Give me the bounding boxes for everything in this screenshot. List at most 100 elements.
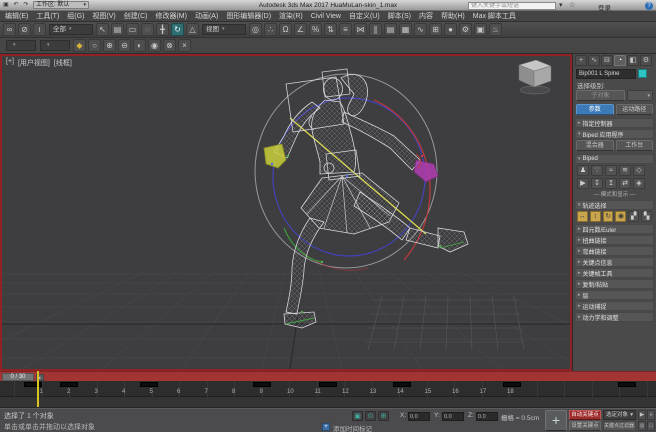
keyframe-marker[interactable] [393, 382, 411, 387]
select-rotate-icon[interactable]: ↻ [171, 23, 184, 36]
menu-item[interactable]: Civil View [311, 13, 341, 20]
menu-item[interactable]: 内容 [419, 11, 433, 21]
biped-playback-icon[interactable]: ▶ [577, 178, 589, 189]
angle-snap-icon[interactable]: ∠ [294, 23, 307, 36]
snap-toggle-3d-icon[interactable]: Ω [279, 23, 292, 36]
menu-item[interactable]: 渲染(R) [279, 11, 303, 21]
edit-named-selections-icon[interactable]: ≡ [339, 23, 352, 36]
graphite-ribbon-icon[interactable]: ▦ [399, 23, 412, 36]
tab-create[interactable]: + [575, 55, 587, 66]
viewcube[interactable] [519, 60, 551, 94]
render-setup-icon[interactable]: ⚙ [459, 23, 472, 36]
bind-spacewarp-icon[interactable]: ≀ [33, 23, 46, 36]
menu-item[interactable]: 工具(T) [36, 11, 59, 21]
menu-item[interactable]: 视图(V) [92, 11, 115, 21]
rendered-frame-icon[interactable]: ▣ [474, 23, 487, 36]
workspace-dropdown[interactable]: 工作区: 默认 ▾ [33, 1, 89, 9]
animation-layer-dropdown[interactable]: ▾ [40, 40, 70, 51]
layer-collapse-icon[interactable]: ◐ [133, 39, 146, 52]
layer-close-icon[interactable]: × [178, 39, 191, 52]
window-crossing-icon[interactable]: ◌ [141, 23, 154, 36]
body-horizontal-icon[interactable]: ↔ [577, 211, 588, 222]
use-pivot-center-icon[interactable]: ◎ [249, 23, 262, 36]
save-file-icon[interactable]: ↥ [605, 178, 617, 189]
tab-display[interactable]: ◧ [627, 55, 639, 66]
rollout-9[interactable]: ▸复制/粘贴 [575, 279, 654, 289]
reference-coordinate-dropdown[interactable]: 视图▾ [202, 24, 246, 35]
favorites-icon[interactable]: ☆ [569, 1, 575, 9]
isolate-selection-icon[interactable]: ▣ [352, 411, 363, 421]
set-key-button[interactable]: 设置关键点 [569, 421, 601, 431]
viewport[interactable]: [+] [用户视图] [线框] [0, 54, 572, 371]
rollout-6[interactable]: ▸弯曲链接 [575, 246, 654, 256]
next-frame-button[interactable]: » [647, 410, 655, 420]
region-select-icon[interactable]: ▭ [126, 23, 139, 36]
menu-item[interactable]: 动画(A) [195, 11, 218, 21]
rollout-1[interactable]: ▾Biped 应用程序 [575, 129, 654, 139]
orbit-view-button[interactable]: ◎ [638, 421, 646, 431]
add-time-tag[interactable]: 添加时间标记 [333, 423, 372, 432]
material-editor-icon[interactable]: ● [444, 23, 457, 36]
rollout-button[interactable]: 工作台 [616, 140, 654, 151]
keyframe-marker[interactable] [319, 382, 337, 387]
keyframe-marker[interactable] [503, 382, 521, 387]
mirror-icon[interactable]: ⋈ [354, 23, 367, 36]
object-name-field[interactable]: Bip001 L Spine [576, 69, 636, 79]
layer-add-icon[interactable]: ⊕ [103, 39, 116, 52]
time-slider[interactable]: 0 / 30 ▸ [0, 371, 656, 381]
motion-paths-button[interactable]: 运动路径 [616, 104, 654, 115]
menu-item[interactable]: 创建(C) [124, 11, 148, 21]
track-bar[interactable]: 123456789101112131415161718 [0, 381, 656, 397]
y-coordinate-field[interactable]: 0.0 [442, 412, 464, 421]
z-coordinate-field[interactable]: 0.0 [476, 412, 498, 421]
menu-item[interactable]: 组(G) [67, 11, 84, 21]
rollout-sub-label[interactable]: — 模式和显示 — [573, 190, 656, 199]
move-all-mode-icon[interactable]: ◈ [633, 178, 645, 189]
absolute-offset-toggle-icon[interactable]: ⊕ [378, 411, 389, 421]
viewport-scene[interactable] [2, 56, 570, 369]
select-object-icon[interactable]: ↖ [96, 23, 109, 36]
curve-editor-icon[interactable]: ∿ [414, 23, 427, 36]
rollout-4[interactable]: ▸四元数/Euler [575, 224, 654, 234]
redo-icon[interactable]: ↷ [22, 1, 30, 9]
unlink-icon[interactable]: ⊘ [18, 23, 31, 36]
load-file-icon[interactable]: ↧ [591, 178, 603, 189]
rollout-10[interactable]: ▸层 [575, 290, 654, 300]
menu-item[interactable]: 图形编辑器(D) [226, 11, 271, 21]
body-vertical-icon[interactable]: ↕ [590, 211, 601, 222]
viewport-menu-general[interactable]: [+] [6, 58, 14, 68]
percent-snap-icon[interactable]: % [309, 23, 322, 36]
rollout-0[interactable]: ▸指定控制器 [575, 118, 654, 128]
select-link-icon[interactable]: ∞ [3, 23, 16, 36]
rollout-3[interactable]: ▾轨迹选择 [575, 200, 654, 210]
save-icon[interactable]: ▣ [2, 1, 10, 9]
object-color-swatch[interactable] [638, 69, 647, 78]
select-scale-icon[interactable]: △ [186, 23, 199, 36]
layer-toggle-icon[interactable]: ○ [88, 39, 101, 52]
lock-com-keying-icon[interactable]: ◉ [615, 211, 626, 222]
figure-mode-icon[interactable]: ♟ [577, 165, 589, 176]
maximize-viewport-button[interactable]: □ [647, 421, 655, 431]
rollout-8[interactable]: ▸关键帧工具 [575, 268, 654, 278]
search-input[interactable]: 键入关键字或短语 [468, 2, 556, 10]
menu-item[interactable]: 编辑(E) [5, 11, 28, 21]
viewport-menu-shading[interactable]: [线框] [54, 58, 72, 68]
layer-remove-icon[interactable]: ⊖ [118, 39, 131, 52]
menu-item[interactable]: 脚本(S) [388, 11, 411, 21]
parameters-button[interactable]: 参数 [576, 104, 614, 115]
set-key-big-button[interactable]: + [545, 410, 567, 431]
rollout-2[interactable]: ▾Biped [575, 154, 654, 164]
sub-object-button[interactable]: 子对象 [576, 90, 625, 101]
keyframe-marker[interactable] [60, 382, 78, 387]
menu-item[interactable]: 修改器(M) [155, 11, 187, 21]
menu-item[interactable]: 自定义(U) [349, 11, 380, 21]
buffer-mode-icon[interactable]: ◇ [633, 165, 645, 176]
named-selection-set-dropdown[interactable]: ▾ [6, 40, 36, 51]
rollout-12[interactable]: ▸动力学和调整 [575, 312, 654, 322]
tab-hierarchy[interactable]: ⊟ [601, 55, 613, 66]
render-icon[interactable]: ♨ [489, 23, 502, 36]
selected-filter-dropdown[interactable]: 选定对象 ▾ [603, 410, 636, 420]
symmetrical-icon[interactable]: ▞ [628, 211, 639, 222]
select-by-name-icon[interactable]: ▤ [111, 23, 124, 36]
rollout-button[interactable]: 混合器 [576, 140, 614, 151]
